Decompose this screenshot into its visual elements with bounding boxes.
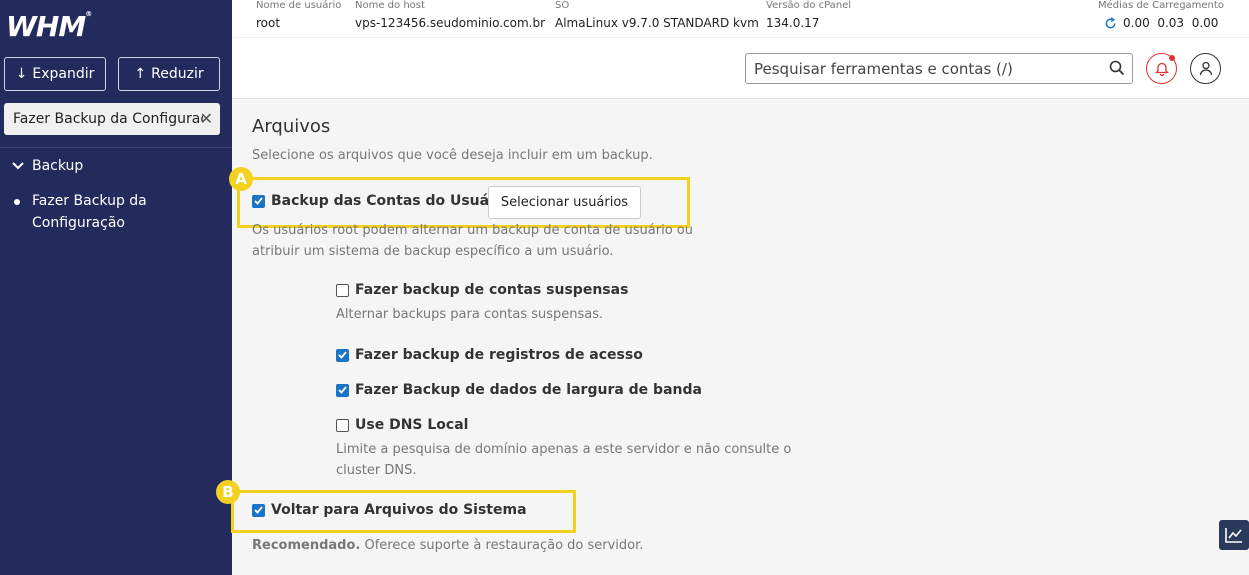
- marker-a: A: [229, 167, 253, 191]
- bandwidth-option[interactable]: Fazer Backup de dados de largura de band…: [336, 382, 702, 398]
- reduce-button[interactable]: ↑ Reduzir: [118, 57, 220, 91]
- select-users-button[interactable]: Selecionar usuários: [488, 186, 641, 219]
- system-files-option[interactable]: Voltar para Arquivos do Sistema: [252, 502, 527, 518]
- local-dns-help: Limite a pesquisa de domínio apenas a es…: [336, 442, 792, 478]
- tools-search-input[interactable]: Pesquisar ferramentas e contas (/): [745, 53, 1133, 84]
- user-accounts-help: Os usuários root podem alternar um backu…: [252, 223, 693, 259]
- clear-icon[interactable]: ✕: [200, 109, 213, 128]
- sidebar-divider: [0, 147, 232, 148]
- suspended-accounts-help: Alternar backups para contas suspensas.: [336, 307, 604, 322]
- sidebar: WHM® ↓ Expandir ↑ Reduzir Fazer Backup d…: [0, 0, 232, 575]
- info-username: Nome de usuário root: [256, 0, 342, 30]
- marker-b: B: [216, 480, 240, 504]
- sidebar-search-input[interactable]: Fazer Backup da Configuração ✕: [4, 103, 220, 135]
- bell-icon: [1154, 62, 1169, 76]
- suspended-accounts-checkbox[interactable]: [336, 283, 349, 297]
- bandwidth-checkbox[interactable]: [336, 383, 349, 397]
- sidebar-item-config-backup[interactable]: Fazer Backup da Configuração: [14, 190, 147, 234]
- search-icon[interactable]: [1108, 59, 1126, 77]
- analytics-button[interactable]: [1219, 520, 1249, 550]
- suspended-accounts-option[interactable]: Fazer backup de contas suspensas: [336, 282, 628, 298]
- section-description: Selecione os arquivos que você deseja in…: [252, 148, 653, 163]
- system-files-help: Recomendado. Oferece suporte à restauraç…: [252, 538, 644, 553]
- local-dns-checkbox[interactable]: [336, 418, 349, 432]
- access-logs-checkbox[interactable]: [336, 348, 349, 362]
- bullet-icon: [14, 199, 20, 205]
- user-accounts-checkbox[interactable]: [252, 194, 265, 208]
- chart-line-icon: [1225, 528, 1242, 543]
- section-title: Arquivos: [252, 116, 331, 137]
- chevron-down-icon: [12, 162, 24, 170]
- server-info-bar: Nome de usuário root Nome do host vps-12…: [232, 0, 1249, 38]
- info-load-averages: Médias de Carregamento 0.00 0.03 0.00: [1098, 0, 1224, 30]
- notifications-button[interactable]: [1146, 53, 1177, 84]
- local-dns-option[interactable]: Use DNS Local: [336, 417, 468, 433]
- info-hostname: Nome do host vps-123456.seudominio.com.b…: [355, 0, 546, 30]
- user-accounts-option[interactable]: Backup das Contas do Usuário: [252, 193, 510, 209]
- user-icon: [1199, 61, 1212, 76]
- arrow-down-icon: ↓: [15, 66, 28, 82]
- info-os: SO AlmaLinux v9.7.0 STANDARD kvm: [555, 0, 759, 30]
- main-content: Arquivos Selecione os arquivos que você …: [216, 100, 1249, 575]
- sidebar-section-backup[interactable]: Backup: [12, 158, 83, 174]
- whm-logo[interactable]: WHM®: [6, 10, 92, 43]
- notification-dot: [1169, 55, 1175, 61]
- expand-button[interactable]: ↓ Expandir: [4, 57, 106, 91]
- access-logs-option[interactable]: Fazer backup de registros de acesso: [336, 347, 643, 363]
- system-files-checkbox[interactable]: [252, 503, 265, 517]
- info-cpanel-version: Versão do cPanel 134.0.17: [766, 0, 852, 30]
- top-header: Nome de usuário root Nome do host vps-12…: [232, 0, 1249, 99]
- arrow-up-icon: ↑: [134, 66, 147, 82]
- refresh-icon[interactable]: [1104, 16, 1117, 30]
- user-menu-button[interactable]: [1190, 53, 1221, 84]
